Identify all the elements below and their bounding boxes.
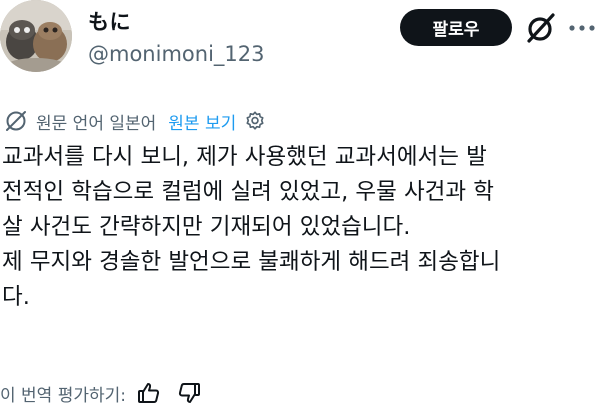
rate-translation-label: 이 번역 평가하기: — [0, 385, 127, 406]
post-text: 교과서를 다시 보니, 제가 사용했던 교과서에서는 발 전적인 학습으로 컬럼… — [2, 140, 596, 315]
globe-slash-icon — [6, 111, 26, 131]
thumbs-down-icon[interactable] — [176, 380, 202, 406]
thumbs-up-icon[interactable] — [136, 380, 162, 406]
more-dots-icon[interactable] — [568, 24, 596, 32]
follow-button[interactable]: 팔로우 — [400, 9, 512, 46]
post-text-line: 다. — [2, 284, 30, 310]
post-text-line: 교과서를 다시 보니, 제가 사용했던 교과서에서는 발 — [2, 144, 487, 170]
show-original-link[interactable]: 원본 보기 — [168, 109, 236, 134]
post-text-line: 제 무지와 경솔한 발언으로 불쾌하게 해드려 죄송합니 — [2, 249, 501, 275]
gear-icon[interactable] — [244, 110, 266, 132]
post-text-line: 살 사건도 간략하지만 기재되어 있었습니다. — [2, 214, 411, 240]
rate-translation-bar: 이 번역 평가하기: — [0, 378, 202, 408]
user-handle[interactable]: @monimoni_123 — [88, 42, 264, 66]
post-text-line: 전적인 학습으로 컬럼에 실려 있었고, 우물 사건과 학 — [2, 179, 494, 205]
grok-icon[interactable] — [524, 11, 558, 45]
translation-bar: 원문 언어 일본어 원본 보기 — [4, 106, 266, 136]
post-view: もに @monimoni_123 팔로우 원문 언어 일본어 원본 보기 교과서… — [0, 0, 600, 415]
avatar[interactable] — [0, 0, 72, 72]
avatar-image — [0, 0, 72, 72]
display-name[interactable]: もに — [88, 6, 131, 36]
source-language-label: 원문 언어 일본어 — [36, 113, 157, 134]
